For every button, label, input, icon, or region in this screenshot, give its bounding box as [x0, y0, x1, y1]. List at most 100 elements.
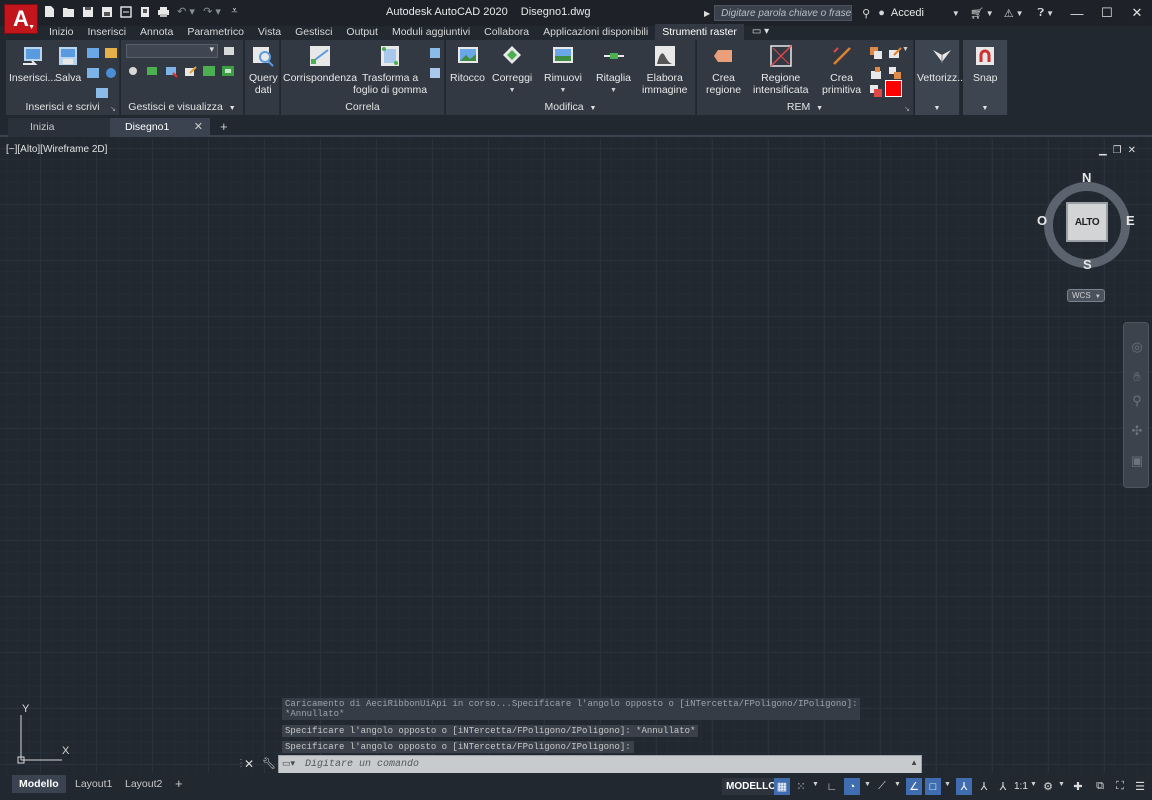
ribbon-display-toggle-icon[interactable]: ▭ ▾	[752, 24, 769, 40]
correlate-add-icon[interactable]	[428, 46, 442, 60]
clean-screen-icon[interactable]: ⛶	[1112, 778, 1128, 795]
compass-east[interactable]: E	[1126, 213, 1135, 228]
viewcube-face-top[interactable]: ALTO	[1066, 202, 1108, 242]
panel-title-correla[interactable]: Correla	[281, 101, 444, 113]
show-image-icon[interactable]	[126, 64, 140, 78]
help-icon[interactable]: ❓︎	[1038, 7, 1045, 20]
chevron-down-icon[interactable]: ▼	[1030, 781, 1037, 788]
chevron-down-icon[interactable]: ▼	[864, 781, 871, 788]
close-icon[interactable]: ✕	[244, 757, 254, 771]
user-icon[interactable]: ●	[878, 7, 885, 19]
panel-expand-snap[interactable]: ▼	[963, 101, 1007, 113]
dialog-launcher-icon[interactable]: ↘	[110, 105, 116, 113]
annotation-visibility-icon[interactable]: ⅄	[956, 778, 972, 795]
image-globe-icon[interactable]	[104, 66, 118, 80]
image-detach-icon[interactable]	[164, 64, 178, 78]
maximize-icon[interactable]: ☐	[1092, 0, 1122, 26]
compass-north[interactable]: N	[1082, 170, 1091, 185]
tab-parametrico[interactable]: Parametrico	[180, 24, 251, 40]
trasforma-button[interactable]: Trasforma a foglio di gomma	[353, 44, 427, 96]
annotation-monitor-icon[interactable]: ✚	[1070, 778, 1086, 795]
wcs-menu-button[interactable]: WCS ▼	[1067, 289, 1105, 302]
annotation-scale-value[interactable]: 1:1	[1014, 778, 1028, 795]
caret-right-icon[interactable]: ▶	[704, 9, 710, 18]
compass-south[interactable]: S	[1083, 257, 1092, 272]
auto-scale-icon[interactable]: ⅄	[976, 778, 992, 795]
correggi-button[interactable]: Correggi ▼	[492, 44, 532, 97]
customization-menu-icon[interactable]: ☰	[1132, 778, 1148, 795]
image-frame-icon[interactable]	[202, 64, 216, 78]
tab-gestisci[interactable]: Gestisci	[288, 24, 339, 40]
regione-intensificata-button[interactable]: Regione intensificata	[753, 44, 808, 96]
rem-move-icon[interactable]	[869, 66, 883, 80]
viewport-controls-label[interactable]: [−][Alto][Wireframe 2D]	[6, 144, 107, 155]
save-as-icon[interactable]	[99, 4, 114, 19]
chevron-down-icon[interactable]: ▼	[1016, 9, 1024, 18]
undo-icon[interactable]: ↶ ▾	[175, 4, 197, 19]
chevron-down-icon[interactable]: ▼	[812, 781, 819, 788]
tab-inizio[interactable]: Inizio	[42, 24, 81, 40]
command-input[interactable]	[305, 757, 895, 772]
minimize-icon[interactable]: ▁	[1099, 145, 1107, 156]
redo-icon[interactable]: ↷ ▾	[201, 4, 223, 19]
drawing-canvas[interactable]: [−][Alto][Wireframe 2D] ▁ ❐ ✕	[0, 139, 1152, 773]
image-hide-icon[interactable]	[145, 64, 159, 78]
panel-title-inserisci-scrivi[interactable]: Inserisci e scrivi ↘	[6, 101, 119, 113]
open-web-icon[interactable]	[118, 4, 133, 19]
chevron-up-icon[interactable]: ▲	[910, 758, 918, 767]
corrispondenza-button[interactable]: Corrispondenza	[283, 44, 357, 84]
image-export-icon[interactable]	[86, 66, 100, 80]
tab-applicazioni-disponibili[interactable]: Applicazioni disponibili	[536, 24, 655, 40]
signin-button[interactable]: Accedi	[891, 7, 924, 19]
ortho-icon[interactable]: ∟	[824, 778, 840, 795]
application-menu-button[interactable]: A ▼	[4, 4, 38, 34]
open-folder-icon[interactable]	[61, 4, 76, 19]
image-info-icon[interactable]	[95, 86, 109, 100]
plot-icon[interactable]	[156, 4, 171, 19]
close-icon[interactable]: ✕	[1128, 145, 1136, 156]
tab-strumenti-raster[interactable]: Strumenti raster	[655, 24, 744, 40]
doc-tab-disegno1[interactable]: Disegno1 ✕	[110, 118, 210, 137]
vettorizza-button[interactable]: Vettorizz...	[917, 44, 966, 84]
chevron-down-icon[interactable]: ▼	[986, 9, 994, 18]
chevron-down-icon[interactable]: ▼	[1046, 9, 1054, 18]
rem-copy-icon[interactable]	[869, 46, 883, 60]
isolate-objects-icon[interactable]: ⧉	[1092, 778, 1108, 795]
panel-expand-vettorizza[interactable]: ▼	[915, 101, 959, 113]
object-snap-icon[interactable]: □	[925, 778, 941, 795]
wrench-icon[interactable]: 🔧︎	[262, 757, 276, 770]
layout-tab-layout1[interactable]: Layout1	[68, 775, 119, 793]
crea-regione-button[interactable]: Crea regione	[706, 44, 741, 96]
rem-layer-icon[interactable]	[869, 84, 883, 98]
command-prompt-icon[interactable]: ▭▾	[282, 758, 296, 770]
new-tab-icon[interactable]: +	[220, 119, 228, 134]
panel-title-rem[interactable]: REM ▼ ↘	[697, 101, 913, 113]
tab-moduli-aggiuntivi[interactable]: Moduli aggiuntivi	[385, 24, 477, 40]
save-web-icon[interactable]	[137, 4, 152, 19]
rem-edit-icon[interactable]	[888, 46, 902, 60]
doc-tab-inizia[interactable]: Inizia	[8, 118, 112, 137]
rem-arrange-icon[interactable]	[888, 66, 902, 80]
polar-tracking-icon[interactable]: ◔	[844, 778, 860, 795]
snap-button[interactable]: Snap	[973, 44, 998, 84]
rem-color-swatch[interactable]	[885, 80, 902, 97]
query-dati-button[interactable]: Query dati	[249, 44, 278, 96]
tab-annota[interactable]: Annota	[133, 24, 180, 40]
zoom-extents-icon[interactable]: ⚲	[1129, 393, 1145, 409]
add-layout-icon[interactable]: +	[168, 775, 190, 793]
new-file-icon[interactable]	[42, 4, 57, 19]
minimize-icon[interactable]: —	[1062, 0, 1092, 26]
search-input[interactable]	[714, 5, 853, 21]
compass-west[interactable]: O	[1037, 213, 1047, 228]
close-icon[interactable]: ✕	[1122, 0, 1152, 26]
annotation-scale-icon[interactable]: ⅄	[995, 778, 1011, 795]
elabora-immagine-button[interactable]: Elabora immagine	[642, 44, 688, 96]
restore-icon[interactable]: ❐	[1113, 145, 1122, 156]
showmotion-icon[interactable]: ▣	[1129, 453, 1145, 469]
a360-icon[interactable]: ⚠︎	[1004, 7, 1014, 20]
image-tool-icon[interactable]	[86, 46, 100, 60]
salva-button[interactable]: Salva	[55, 44, 81, 84]
dialog-launcher-icon[interactable]: ↘	[904, 105, 910, 113]
object-snap-tracking-icon[interactable]: ∠	[906, 778, 922, 795]
rimuovi-button[interactable]: Rimuovi ▼	[544, 44, 582, 97]
